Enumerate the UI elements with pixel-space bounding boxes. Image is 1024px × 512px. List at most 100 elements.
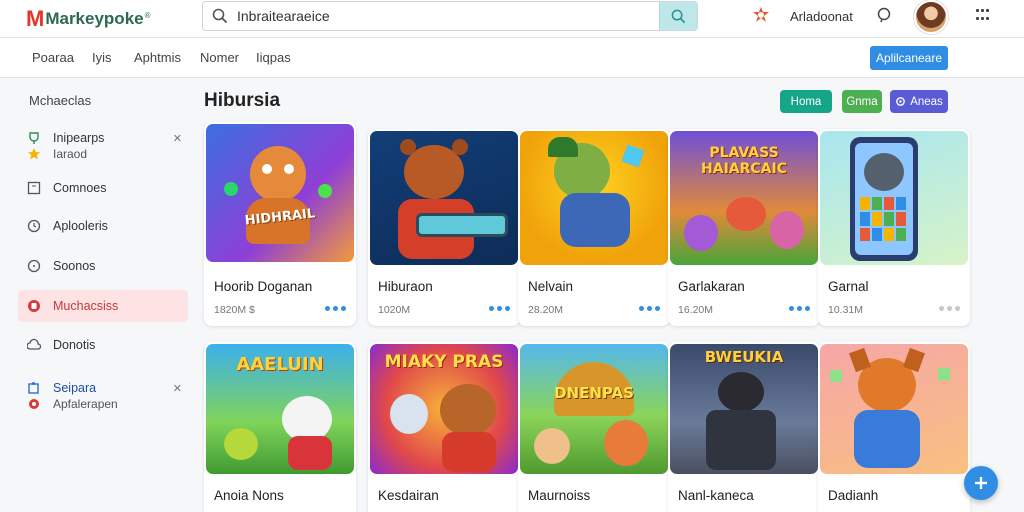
sidebar-heading: Mchaeclas	[29, 93, 92, 108]
game-thumbnail: PLAVASS HAIARCAIC	[670, 131, 818, 265]
page-title: Hibursia	[204, 90, 281, 111]
apply-button[interactable]: Aplilcaneare	[870, 46, 948, 70]
sidebar-item-label: Donotis	[53, 338, 96, 352]
clock-icon	[27, 219, 41, 233]
game-card[interactable]: Garnal 10.31M	[818, 129, 970, 326]
nav-item[interactable]: Iyis	[92, 50, 112, 65]
sidebar-item-sublabel: Apfalerapen	[53, 397, 118, 411]
game-title: Hiburaon	[378, 279, 433, 294]
game-art-text: AAELUIN	[236, 354, 324, 375]
game-meta: 1820M $	[214, 304, 255, 316]
game-title: Nanl-kaneca	[678, 488, 754, 503]
filter-chip[interactable]: Aneas	[890, 90, 948, 113]
collapse-icon[interactable]: ✕	[173, 382, 182, 395]
game-thumbnail: BWEUKIA	[670, 344, 818, 474]
game-meta: 1020M	[378, 304, 411, 316]
sidebar-item-label: Aplooleris	[53, 219, 108, 233]
logo-tm: ®	[144, 10, 151, 20]
more-options-icon[interactable]	[789, 306, 810, 311]
game-thumbnail	[820, 344, 968, 474]
notification-icon[interactable]	[752, 6, 770, 24]
game-title: Dadianh	[828, 488, 879, 503]
game-card[interactable]: BWEUKIA Nanl-kaneca	[668, 342, 820, 512]
settings-icon	[896, 97, 906, 106]
game-meta: 28.20M	[528, 304, 564, 316]
more-options-icon[interactable]	[489, 306, 510, 311]
sidebar-item-comnoes[interactable]: Comnoes	[18, 173, 188, 203]
search-icon	[671, 9, 686, 23]
apps-grid-icon[interactable]	[976, 9, 990, 23]
logo-text: Markeypoke	[45, 9, 144, 28]
cloud-icon	[27, 338, 41, 350]
game-thumbnail	[820, 131, 968, 265]
more-options-icon[interactable]	[939, 306, 960, 311]
game-art-text: PLAVASS HAIARCAIC	[701, 145, 787, 177]
nav-item[interactable]: Nomer	[200, 50, 239, 65]
search-input[interactable]	[237, 2, 657, 30]
sidebar-item-label: Seipara	[53, 381, 97, 395]
search-icon	[212, 8, 228, 24]
sidebar-item-soonos[interactable]: Soonos	[18, 251, 188, 281]
chat-icon[interactable]	[876, 7, 892, 23]
account-label[interactable]: Arladoonat	[790, 9, 853, 24]
game-title: Garnal	[828, 279, 869, 294]
game-title: Nelvain	[528, 279, 574, 294]
nav-item[interactable]: Iiqpas	[256, 50, 291, 65]
game-card[interactable]: HIDHRAIL Hoorib Doganan 1820M $	[204, 122, 356, 326]
game-card[interactable]: Hiburaon 1020M	[368, 129, 520, 326]
star-icon	[28, 148, 40, 160]
more-options-icon[interactable]	[639, 306, 660, 311]
filter-chip-label: Aneas	[910, 95, 943, 108]
circle-icon	[27, 259, 41, 273]
gear-icon	[29, 399, 39, 409]
sidebar-item-label: Soonos	[53, 259, 96, 273]
game-thumbnail: DNENPAS	[520, 344, 668, 474]
game-title: Maurnoiss	[528, 488, 591, 503]
sidebar-item-label: Comnoes	[53, 181, 107, 195]
game-title: Garlakaran	[678, 279, 745, 294]
sidebar-item-label: Inipearps	[53, 131, 105, 145]
game-card[interactable]: Nelvain 28.20M	[518, 129, 670, 326]
plus-icon	[975, 477, 987, 489]
filter-chip[interactable]: Gnma	[842, 90, 882, 113]
sidebar-item-label: Muchacsiss	[53, 299, 119, 313]
box-icon	[27, 181, 41, 195]
app-logo[interactable]: M Markeypoke ®	[26, 6, 151, 32]
game-card[interactable]: PLAVASS HAIARCAIC Garlakaran 16.20M	[668, 129, 820, 326]
game-title: Anoia Nons	[214, 488, 284, 503]
sidebar: Mchaeclas Inipearps Iaraod ✕ Comnoes Apl…	[0, 79, 196, 512]
nav-item[interactable]: Aphtmis	[134, 50, 181, 65]
game-title: Hoorib Doganan	[214, 279, 313, 294]
game-art-text: BWEUKIA	[704, 348, 784, 366]
sidebar-item-aplooleris[interactable]: Aplooleris	[18, 211, 188, 241]
nav-bar: Poaraa Iyis Aphtmis Nomer Iiqpas Aplilca…	[0, 38, 1024, 78]
game-meta: 16.20M	[678, 304, 714, 316]
nav-item[interactable]: Poaraa	[32, 50, 74, 65]
search-bar	[202, 1, 698, 31]
sidebar-item-donotis[interactable]: Donotis	[18, 330, 188, 360]
game-thumbnail: AAELUIN	[206, 344, 354, 474]
sidebar-item-muchacsiss[interactable]: Muchacsiss	[18, 290, 188, 322]
game-art-text: MIAKY PRAS	[384, 352, 504, 372]
collapse-icon[interactable]: ✕	[173, 132, 182, 145]
game-card[interactable]: AAELUIN Anoia Nons	[204, 342, 356, 512]
top-bar: M Markeypoke ® Arladoonat	[0, 0, 1024, 38]
sidebar-item-inipearps[interactable]: Inipearps Iaraod ✕	[18, 123, 188, 167]
game-title: Kesdairan	[378, 488, 439, 503]
sidebar-item-sublabel: Iaraod	[53, 147, 88, 161]
puzzle-icon	[28, 382, 39, 394]
game-thumbnail: HIDHRAIL	[206, 124, 354, 262]
shield-icon	[28, 300, 40, 312]
game-card[interactable]: MIAKY PRAS Kesdairan	[368, 342, 520, 512]
add-button[interactable]	[964, 466, 998, 500]
game-meta: 10.31M	[828, 304, 864, 316]
sidebar-item-seipara[interactable]: Seipara Apfalerapen ✕	[18, 373, 188, 417]
filter-chip[interactable]: Homa	[780, 90, 832, 113]
game-card[interactable]: DNENPAS Maurnoiss	[518, 342, 670, 512]
more-options-icon[interactable]	[325, 306, 346, 311]
trophy-icon	[29, 132, 39, 144]
avatar[interactable]	[914, 0, 948, 34]
search-button[interactable]	[659, 2, 697, 30]
game-art-text: DNENPAS	[554, 384, 634, 402]
game-card[interactable]: Dadianh	[818, 342, 970, 512]
